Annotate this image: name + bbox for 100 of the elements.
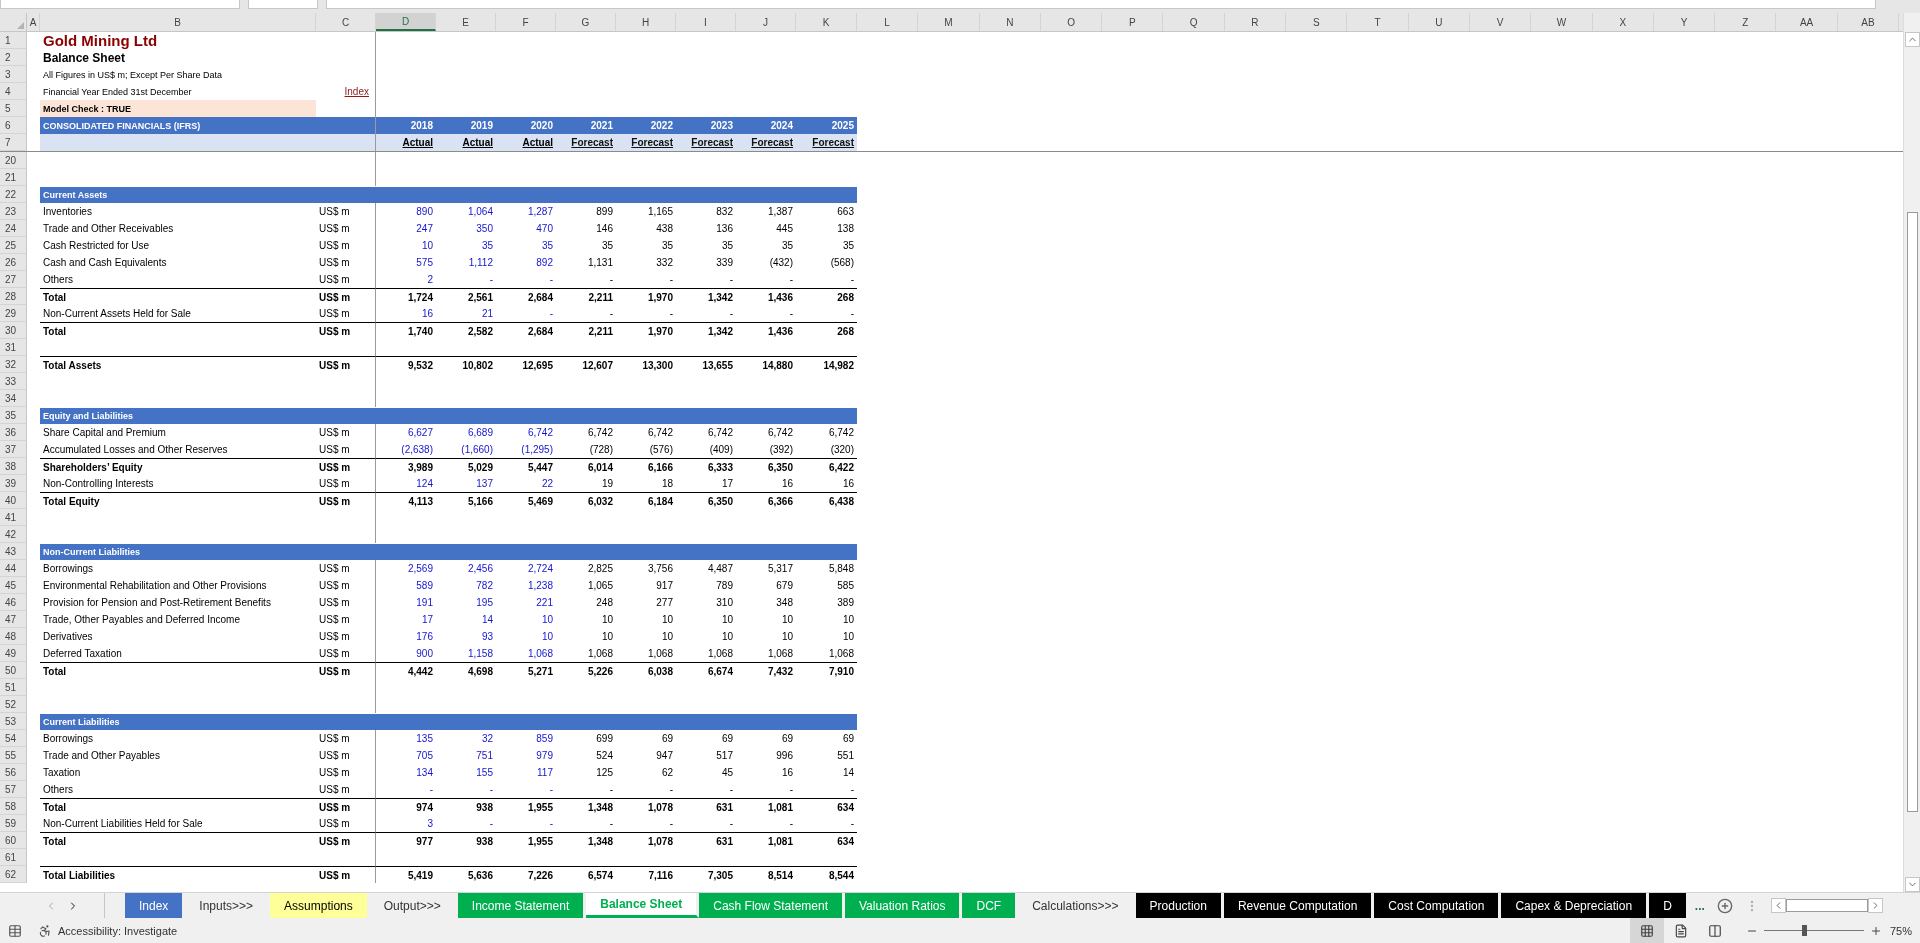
row-number[interactable]: 50 xyxy=(0,662,27,679)
column-header[interactable]: Y xyxy=(1653,13,1716,31)
row-number[interactable]: 21 xyxy=(0,169,27,186)
row-number[interactable]: 1 xyxy=(0,32,27,49)
column-header[interactable]: U xyxy=(1408,13,1470,31)
row-number[interactable]: 61 xyxy=(0,849,27,866)
zoom-level[interactable]: 75% xyxy=(1889,924,1912,937)
column-header[interactable]: B xyxy=(40,13,316,31)
row-number[interactable]: 56 xyxy=(0,764,27,781)
index-link[interactable]: Index xyxy=(344,86,375,97)
row-number[interactable]: 58 xyxy=(0,798,27,815)
vertical-scrollbar[interactable] xyxy=(1903,13,1920,892)
row-number[interactable]: 53 xyxy=(0,713,27,730)
row-number[interactable]: 42 xyxy=(0,526,27,543)
sheet-tab[interactable]: Production xyxy=(1135,893,1224,918)
column-header[interactable]: F xyxy=(496,13,556,31)
row-number[interactable]: 7 xyxy=(0,134,27,151)
column-header[interactable]: L xyxy=(857,13,919,31)
row-number[interactable]: 49 xyxy=(0,645,27,662)
scroll-thumb[interactable] xyxy=(1906,212,1918,812)
column-header[interactable]: X xyxy=(1592,13,1654,31)
row-number[interactable]: 20 xyxy=(0,152,27,169)
row-number[interactable]: 36 xyxy=(0,424,27,441)
value-cell-text: (728) xyxy=(589,444,614,455)
row-number[interactable]: 52 xyxy=(0,696,27,713)
row-number[interactable]: 55 xyxy=(0,747,27,764)
row-number[interactable]: 28 xyxy=(0,288,27,305)
row-number[interactable]: 59 xyxy=(0,815,27,832)
column-header[interactable]: AB xyxy=(1837,13,1900,31)
sheet-tab[interactable]: Assumptions xyxy=(270,893,370,918)
row-number[interactable]: 26 xyxy=(0,254,27,271)
row-number[interactable]: 44 xyxy=(0,560,27,577)
value-cell-text: 996 xyxy=(776,750,794,761)
row-number[interactable]: 35 xyxy=(0,407,27,424)
column-header[interactable]: R xyxy=(1224,13,1287,31)
column-header[interactable]: J xyxy=(736,13,796,31)
row-number[interactable]: 30 xyxy=(0,322,27,339)
column-header[interactable]: V xyxy=(1469,13,1532,31)
column-header[interactable]: I xyxy=(676,13,736,31)
row-number[interactable]: 25 xyxy=(0,237,27,254)
name-box[interactable] xyxy=(0,0,240,9)
row-number[interactable]: 57 xyxy=(0,781,27,798)
unit-label: US$ m xyxy=(318,223,350,234)
column-header[interactable]: AA xyxy=(1776,13,1838,31)
column-header[interactable]: M xyxy=(918,13,980,31)
row-number[interactable]: 40 xyxy=(0,492,27,509)
row-number[interactable]: 62 xyxy=(0,866,27,883)
value-cell-text: 6,014 xyxy=(587,461,614,473)
row-number[interactable]: 46 xyxy=(0,594,27,611)
row-number[interactable]: 3 xyxy=(0,66,27,83)
row-number[interactable]: 29 xyxy=(0,305,27,322)
row-number[interactable]: 47 xyxy=(0,611,27,628)
row-number[interactable]: 60 xyxy=(0,832,27,849)
column-header[interactable]: O xyxy=(1040,13,1103,31)
column-header[interactable]: W xyxy=(1531,13,1593,31)
row-number[interactable]: 41 xyxy=(0,509,27,526)
value-cell-text: 751 xyxy=(476,750,494,761)
column-header[interactable]: P xyxy=(1102,13,1164,31)
row-number[interactable]: 54 xyxy=(0,730,27,747)
row-number[interactable]: 6 xyxy=(0,117,27,134)
zoom-thumb[interactable] xyxy=(1801,925,1807,936)
row-number[interactable]: 51 xyxy=(0,679,27,696)
row-label: Share Capital and Premium xyxy=(42,427,166,438)
column-header[interactable]: N xyxy=(979,13,1041,31)
row-number[interactable]: 33 xyxy=(0,373,27,390)
row-label: Borrowings xyxy=(42,563,94,574)
row-number[interactable]: 24 xyxy=(0,220,27,237)
row-number[interactable]: 31 xyxy=(0,339,27,356)
row-number[interactable]: 2 xyxy=(0,49,27,66)
column-header[interactable]: A xyxy=(27,13,40,31)
column-header[interactable]: Z xyxy=(1715,13,1777,31)
row-number[interactable]: 39 xyxy=(0,475,27,492)
column-header[interactable]: G xyxy=(556,13,616,31)
row-number[interactable]: 38 xyxy=(0,458,27,475)
row-number[interactable]: 27 xyxy=(0,271,27,288)
column-header[interactable]: T xyxy=(1347,13,1409,31)
row-number[interactable]: 22 xyxy=(0,186,27,203)
row-number[interactable]: 43 xyxy=(0,543,27,560)
accessibility-status[interactable]: Accessibility: Investigate xyxy=(58,924,178,937)
column-header[interactable]: E xyxy=(436,13,496,31)
unit-label: US$ m xyxy=(318,580,350,591)
column-header[interactable]: H xyxy=(616,13,676,31)
sheet-tab[interactable]: D xyxy=(1649,893,1689,918)
row-number[interactable]: 37 xyxy=(0,441,27,458)
row-number[interactable]: 45 xyxy=(0,577,27,594)
more-sheets-button[interactable]: ... xyxy=(1688,893,1711,918)
row-number[interactable]: 4 xyxy=(0,83,27,100)
add-sheet-icon[interactable] xyxy=(1716,897,1733,914)
column-header[interactable]: Q xyxy=(1163,13,1225,31)
row-number[interactable]: 34 xyxy=(0,390,27,407)
formula-bar[interactable] xyxy=(326,0,1876,9)
row-number[interactable]: 5 xyxy=(0,100,27,117)
column-header[interactable]: S xyxy=(1286,13,1348,31)
row-number[interactable]: 23 xyxy=(0,203,27,220)
function-box[interactable] xyxy=(248,0,318,9)
row-number[interactable]: 32 xyxy=(0,356,27,373)
view-button[interactable] xyxy=(1629,918,1664,943)
column-header[interactable]: D xyxy=(376,13,436,31)
row-number[interactable]: 48 xyxy=(0,628,27,645)
column-header[interactable]: K xyxy=(796,13,857,31)
